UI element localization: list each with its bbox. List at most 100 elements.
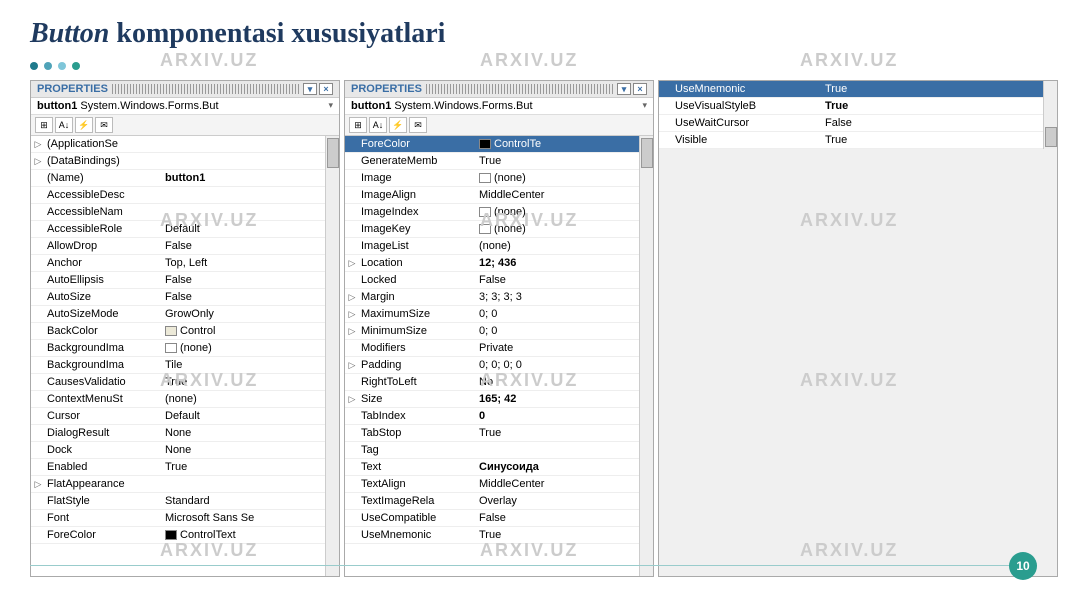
- property-value[interactable]: False: [163, 289, 325, 305]
- property-row[interactable]: AllowDropFalse: [31, 238, 325, 255]
- property-value[interactable]: False: [477, 272, 639, 288]
- property-value[interactable]: True: [163, 459, 325, 475]
- property-value[interactable]: 0; 0; 0; 0: [477, 357, 639, 373]
- property-row[interactable]: AccessibleRoleDefault: [31, 221, 325, 238]
- property-value[interactable]: Standard: [163, 493, 325, 509]
- property-row[interactable]: AutoEllipsisFalse: [31, 272, 325, 289]
- property-row[interactable]: ImageKey(none): [345, 221, 639, 238]
- property-value[interactable]: MiddleCenter: [477, 187, 639, 203]
- property-value[interactable]: 12; 436: [477, 255, 639, 271]
- property-value[interactable]: True▾: [823, 81, 1043, 97]
- property-row[interactable]: ▷MaximumSize0; 0: [345, 306, 639, 323]
- property-row[interactable]: GenerateMembTrue: [345, 153, 639, 170]
- property-value[interactable]: 0: [477, 408, 639, 424]
- property-value[interactable]: False: [477, 510, 639, 526]
- expand-icon[interactable]: ▷: [345, 391, 359, 407]
- property-value[interactable]: 0; 0: [477, 306, 639, 322]
- property-value[interactable]: (none): [477, 204, 639, 220]
- property-value[interactable]: False: [823, 115, 1043, 131]
- property-row[interactable]: FlatStyleStandard: [31, 493, 325, 510]
- property-value[interactable]: Control: [163, 323, 325, 339]
- close-icon[interactable]: ×: [319, 83, 333, 95]
- property-row[interactable]: AutoSizeFalse: [31, 289, 325, 306]
- property-value[interactable]: Top, Left: [163, 255, 325, 271]
- alphabetical-icon[interactable]: A↓: [369, 117, 387, 133]
- scrollbar[interactable]: [1043, 81, 1057, 149]
- property-row[interactable]: ForeColorControlText: [31, 527, 325, 544]
- property-row[interactable]: Tag: [345, 442, 639, 459]
- property-value[interactable]: True: [477, 153, 639, 169]
- property-value[interactable]: 165; 42: [477, 391, 639, 407]
- property-value[interactable]: [163, 187, 325, 203]
- property-row[interactable]: CursorDefault: [31, 408, 325, 425]
- object-selector[interactable]: button1 System.Windows.Forms.But ▾: [31, 98, 339, 115]
- property-row[interactable]: DockNone: [31, 442, 325, 459]
- property-row[interactable]: UseVisualStyleBTrue: [659, 98, 1043, 115]
- property-value[interactable]: ControlText: [163, 527, 325, 543]
- property-value[interactable]: (none): [477, 221, 639, 237]
- property-value[interactable]: True: [823, 132, 1043, 148]
- property-row[interactable]: LockedFalse: [345, 272, 639, 289]
- messages-icon[interactable]: ✉: [95, 117, 113, 133]
- property-value[interactable]: [163, 136, 325, 152]
- property-row[interactable]: BackgroundIma(none): [31, 340, 325, 357]
- events-icon[interactable]: ⚡: [389, 117, 407, 133]
- property-row[interactable]: ContextMenuSt(none): [31, 391, 325, 408]
- scrollbar[interactable]: [639, 136, 653, 576]
- property-value[interactable]: (none): [163, 340, 325, 356]
- property-row[interactable]: RightToLeftNo: [345, 374, 639, 391]
- property-row[interactable]: ▷Padding0; 0; 0; 0: [345, 357, 639, 374]
- property-value[interactable]: [163, 204, 325, 220]
- property-row[interactable]: TextAlignMiddleCenter: [345, 476, 639, 493]
- property-value[interactable]: No: [477, 374, 639, 390]
- expand-icon[interactable]: ▷: [345, 306, 359, 322]
- property-row[interactable]: EnabledTrue: [31, 459, 325, 476]
- property-row[interactable]: ▷Margin3; 3; 3; 3: [345, 289, 639, 306]
- categorized-icon[interactable]: ⊞: [35, 117, 53, 133]
- property-row[interactable]: Image(none): [345, 170, 639, 187]
- property-value[interactable]: True: [477, 425, 639, 441]
- property-value[interactable]: GrowOnly: [163, 306, 325, 322]
- property-row[interactable]: ▷FlatAppearance: [31, 476, 325, 493]
- property-row[interactable]: UseWaitCursorFalse: [659, 115, 1043, 132]
- property-value[interactable]: None: [163, 442, 325, 458]
- property-value[interactable]: Microsoft Sans Se: [163, 510, 325, 526]
- property-row[interactable]: (Name)button1: [31, 170, 325, 187]
- property-row[interactable]: TabStopTrue: [345, 425, 639, 442]
- property-row[interactable]: UseMnemonicTrue: [345, 527, 639, 544]
- property-row[interactable]: ▷MinimumSize0; 0: [345, 323, 639, 340]
- events-icon[interactable]: ⚡: [75, 117, 93, 133]
- property-value[interactable]: (none): [163, 391, 325, 407]
- property-row[interactable]: AutoSizeModeGrowOnly: [31, 306, 325, 323]
- property-value[interactable]: button1: [163, 170, 325, 186]
- property-row[interactable]: AnchorTop, Left: [31, 255, 325, 272]
- expand-icon[interactable]: ▷: [31, 136, 45, 152]
- close-icon[interactable]: ×: [633, 83, 647, 95]
- property-value[interactable]: True: [163, 374, 325, 390]
- property-row[interactable]: AccessibleDesc: [31, 187, 325, 204]
- property-value[interactable]: Синусоида: [477, 459, 639, 475]
- property-value[interactable]: Tile: [163, 357, 325, 373]
- property-value[interactable]: [163, 476, 325, 492]
- property-value[interactable]: [163, 153, 325, 169]
- property-value[interactable]: ControlTe: [477, 136, 639, 152]
- scrollbar[interactable]: [325, 136, 339, 576]
- property-value[interactable]: (none): [477, 238, 639, 254]
- property-value[interactable]: Private: [477, 340, 639, 356]
- property-value[interactable]: Default: [163, 221, 325, 237]
- property-row[interactable]: BackgroundImaTile: [31, 357, 325, 374]
- property-row[interactable]: DialogResultNone: [31, 425, 325, 442]
- property-row[interactable]: AccessibleNam: [31, 204, 325, 221]
- property-row[interactable]: TextСинусоида: [345, 459, 639, 476]
- property-value[interactable]: Default: [163, 408, 325, 424]
- property-row[interactable]: ImageAlignMiddleCenter: [345, 187, 639, 204]
- property-value[interactable]: True: [823, 98, 1043, 114]
- property-row[interactable]: TabIndex0: [345, 408, 639, 425]
- property-row[interactable]: VisibleTrue: [659, 132, 1043, 149]
- property-row[interactable]: ModifiersPrivate: [345, 340, 639, 357]
- expand-icon[interactable]: ▷: [31, 476, 45, 492]
- property-row[interactable]: UseMnemonicTrue▾: [659, 81, 1043, 98]
- property-row[interactable]: CausesValidatioTrue: [31, 374, 325, 391]
- property-row[interactable]: UseCompatibleFalse: [345, 510, 639, 527]
- property-row[interactable]: ForeColorControlTe: [345, 136, 639, 153]
